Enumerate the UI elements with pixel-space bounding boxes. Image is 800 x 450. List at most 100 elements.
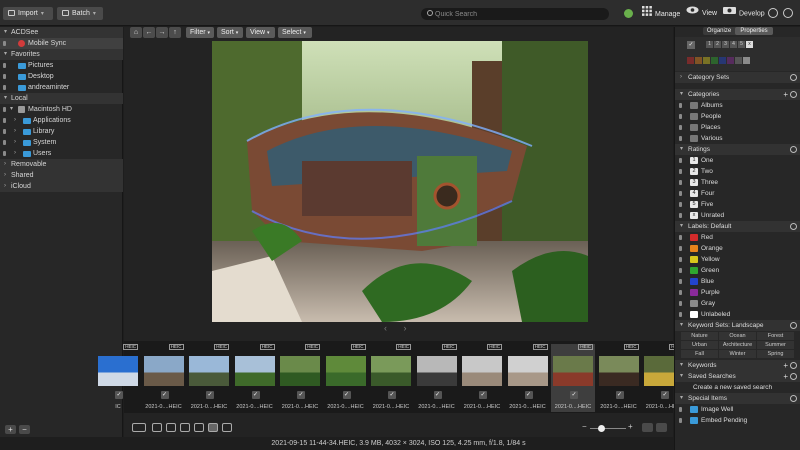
favorite-item-pictures[interactable]: Pictures [0, 60, 123, 71]
icloud-header[interactable]: › iCloud [0, 181, 123, 192]
keyword-button[interactable]: Ocean [719, 332, 756, 340]
rating-box-3[interactable]: 3 [722, 41, 729, 48]
search-input[interactable] [435, 8, 605, 20]
next-image-icon[interactable]: › [404, 323, 407, 333]
clear-rating-box[interactable]: x [746, 41, 753, 48]
rating-box-5[interactable]: 5 [738, 41, 745, 48]
zoom-out-icon[interactable]: − [582, 422, 587, 431]
compare-icon[interactable] [166, 423, 176, 432]
rating-item[interactable]: 2 Two [675, 166, 800, 177]
filmstrip-thumbnail[interactable]: HEIC ✓ 2021-0....HEIC [460, 344, 504, 412]
item-swatch-icon[interactable] [690, 311, 698, 318]
slideshow-icon[interactable] [180, 423, 190, 432]
tab-organize[interactable]: Organize [703, 27, 735, 35]
item-swatch-icon[interactable]: x [690, 212, 698, 219]
item-swatch-icon[interactable] [690, 406, 698, 413]
color-label-box[interactable] [703, 57, 710, 64]
item-swatch-icon[interactable]: 1 [690, 157, 698, 164]
forward-icon[interactable]: → [156, 27, 168, 38]
item-swatch-icon[interactable] [690, 124, 698, 131]
keyword-button[interactable]: Summer [757, 341, 794, 349]
item-swatch-icon[interactable]: 5 [690, 201, 698, 208]
filmstrip-thumbnail[interactable]: HEIC ✓ 2021-0....HEIC [324, 344, 368, 412]
removable-header[interactable]: › Removable [0, 159, 123, 170]
select-checkbox[interactable]: ✓ [297, 391, 305, 399]
filmstrip-thumbnail[interactable]: HEIC ✓ 2021-0....HEIC [142, 344, 186, 412]
filmstrip-thumbnail[interactable]: HEIC ✓ 2021-0....HEIC [415, 344, 459, 412]
select-checkbox[interactable]: ✓ [388, 391, 396, 399]
select-checkbox[interactable]: ✓ [433, 391, 442, 399]
keyword-button[interactable]: Urban [681, 341, 718, 349]
item-swatch-icon[interactable] [690, 234, 698, 241]
ratings-header[interactable]: ▾ Ratings [675, 144, 800, 155]
folder-item-users[interactable]: › Users [0, 148, 123, 159]
zoom-knob[interactable] [598, 425, 605, 432]
view-mode-button[interactable]: View [686, 6, 717, 20]
gear-icon[interactable] [790, 146, 797, 153]
macintosh-hd-item[interactable]: ▾ Macintosh HD [0, 104, 123, 115]
filmstrip-thumbnail[interactable]: HEIC ✓ 2021-0....HEIC [506, 344, 550, 412]
item-swatch-icon[interactable]: 2 [690, 168, 698, 175]
quick-search[interactable] [421, 8, 609, 20]
community-icon[interactable] [783, 8, 793, 18]
365-icon[interactable] [768, 8, 778, 18]
item-swatch-icon[interactable]: 4 [690, 190, 698, 197]
account-icon[interactable] [624, 9, 633, 18]
save-icon[interactable] [194, 423, 204, 432]
sort-button[interactable]: Sort ▾ [217, 27, 243, 38]
saved-searches-header[interactable]: ▾ Saved Searches + [675, 371, 800, 382]
category-sets-header[interactable]: › Category Sets [675, 72, 800, 83]
labels-header[interactable]: ▾ Labels: Default [675, 221, 800, 232]
favorite-item-home[interactable]: andreaminter [0, 82, 123, 93]
add-folder-button[interactable]: + [5, 425, 16, 434]
zoom-slider[interactable]: − + [582, 422, 633, 432]
color-label-box[interactable] [743, 57, 750, 64]
category-item[interactable]: Various [675, 133, 800, 144]
category-item[interactable]: Places [675, 122, 800, 133]
up-icon[interactable]: ↑ [169, 27, 181, 38]
special-item[interactable]: Embed Pending [675, 415, 800, 426]
item-swatch-icon[interactable] [690, 267, 698, 274]
select-checkbox[interactable]: ✓ [661, 391, 669, 399]
category-item[interactable]: People [675, 111, 800, 122]
folder-item-system[interactable]: › System [0, 137, 123, 148]
color-label-box[interactable] [695, 57, 702, 64]
local-header[interactable]: ▾ Local [0, 93, 123, 104]
main-photo[interactable] [212, 41, 588, 322]
rotate-icon[interactable] [132, 423, 146, 432]
manage-mode-button[interactable]: Manage [642, 6, 680, 20]
color-label-box[interactable] [711, 57, 718, 64]
create-saved-search-link[interactable]: Create a new saved search [675, 382, 800, 393]
item-swatch-icon[interactable] [690, 278, 698, 285]
filmstrip-thumbnail[interactable]: HEIC ✓ 2021-0....HEIC [597, 344, 641, 412]
filmstrip-thumbnail[interactable]: HEIC ✓ 2021-0....HEIC [278, 344, 322, 412]
category-item[interactable]: Albums [675, 100, 800, 111]
select-button[interactable]: Select ▾ [278, 27, 312, 38]
favorites-header[interactable]: ▾ Favorites [0, 49, 123, 60]
item-swatch-icon[interactable] [690, 300, 698, 307]
select-checkbox[interactable]: ✓ [160, 391, 169, 399]
keyword-button[interactable]: Architecture [719, 341, 756, 349]
keywords-header[interactable]: ▾ Keywords + [675, 360, 800, 371]
tab-properties[interactable]: Properties [735, 27, 773, 35]
filmstrip-thumbnail[interactable]: HEIC ✓ IC [96, 344, 140, 412]
item-swatch-icon[interactable] [690, 113, 698, 120]
filmstrip-thumbnail[interactable]: HEIC ✓ 2021-0....HEIC [233, 344, 277, 412]
label-item[interactable]: Purple [675, 287, 800, 298]
keyword-button[interactable]: Spring [757, 350, 794, 358]
filmstrip-thumbnail[interactable]: HEIC ✓ 2021-0....HEIC [369, 344, 413, 412]
favorite-item-desktop[interactable]: Desktop [0, 71, 123, 82]
list-view-icon[interactable] [642, 423, 653, 432]
gear-icon[interactable] [790, 223, 797, 230]
acdsee-header[interactable]: ▾ ACDSee [0, 27, 123, 38]
label-item[interactable]: Green [675, 265, 800, 276]
import-button[interactable]: Import ▾ [3, 7, 53, 20]
select-checkbox[interactable]: ✓ [115, 391, 123, 399]
special-items-header[interactable]: ▾ Special Items [675, 393, 800, 404]
keyword-sets-header[interactable]: ▾ Keyword Sets: Landscape [675, 320, 800, 331]
label-item[interactable]: Yellow [675, 254, 800, 265]
gear-icon[interactable] [790, 74, 797, 81]
rating-item[interactable]: 5 Five [675, 199, 800, 210]
rating-item[interactable]: 1 One [675, 155, 800, 166]
batch-button[interactable]: Batch ▾ [57, 7, 103, 20]
